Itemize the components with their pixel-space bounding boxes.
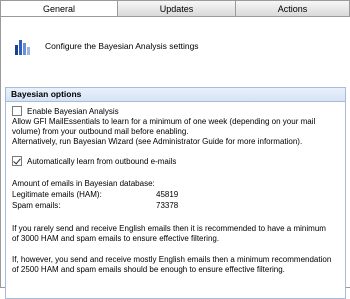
enable-bayesian-label[interactable]: Enable Bayesian Analysis [27, 107, 119, 116]
general-panel: Configure the Bayesian Analysis settings… [0, 16, 350, 299]
spam-value: 73378 [156, 201, 179, 210]
note1-line-1: If you rarely send and receive English e… [12, 224, 326, 233]
recommendation-note-1: If you rarely send and receive English e… [12, 224, 342, 244]
auto-learn-label[interactable]: Automatically learn from outbound e-mail… [27, 157, 176, 166]
spam-label: Spam emails: [12, 201, 61, 210]
auto-learn-checkbox[interactable] [12, 156, 22, 166]
enable-bayesian-checkbox[interactable] [12, 106, 22, 116]
note2-line-2: of 2500 HAM and spam emails should be en… [12, 265, 285, 274]
enable-desc-line-2: volume) from your outbound mail before e… [12, 127, 189, 136]
tab-general[interactable]: General [0, 0, 118, 17]
bar-chart-icon [15, 37, 31, 55]
tab-updates[interactable]: Updates [118, 0, 236, 17]
enable-bayesian-row[interactable]: Enable Bayesian Analysis [12, 106, 119, 116]
enable-description: Allow GFI MailEssentials to learn for a … [12, 117, 342, 147]
tab-actions[interactable]: Actions [236, 0, 350, 17]
note1-line-2: of 3000 HAM and spam emails to ensure ef… [12, 234, 220, 243]
enable-desc-line-3: Alternatively, run Bayesian Wizard (see … [12, 137, 303, 146]
panel-header: Configure the Bayesian Analysis settings [15, 37, 199, 55]
section-title: Bayesian options [6, 88, 345, 102]
panel-header-text: Configure the Bayesian Analysis settings [45, 41, 199, 51]
auto-learn-row[interactable]: Automatically learn from outbound e-mail… [12, 156, 176, 166]
ham-label: Legitimate emails (HAM): [12, 190, 102, 199]
bayesian-options-group: Bayesian options Enable Bayesian Analysi… [5, 87, 346, 299]
db-heading: Amount of emails in Bayesian database: [12, 179, 155, 188]
note2-line-1: If, however, you send and receive mostly… [12, 255, 332, 264]
ham-value: 45819 [156, 190, 179, 199]
tab-bar: General Updates Actions [0, 0, 350, 17]
recommendation-note-2: If, however, you send and receive mostly… [12, 255, 342, 275]
enable-desc-line-1: Allow GFI MailEssentials to learn for a … [12, 117, 316, 126]
